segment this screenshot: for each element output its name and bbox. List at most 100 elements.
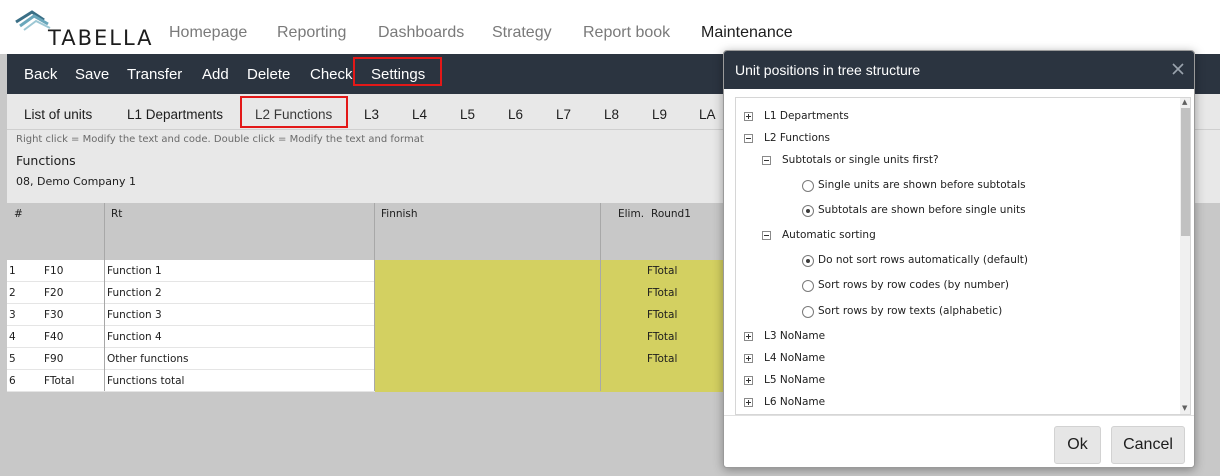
tab-l8[interactable]: L8 bbox=[604, 107, 619, 122]
row-text: Function 3 bbox=[107, 309, 162, 321]
header-round1: Round1 bbox=[651, 208, 691, 220]
table-row[interactable]: 1 F10 Function 1 FTotal bbox=[7, 260, 727, 282]
collapse-l2-icon[interactable] bbox=[744, 134, 753, 143]
row-text: Other functions bbox=[107, 353, 189, 365]
company-label: 08, Demo Company 1 bbox=[16, 175, 136, 188]
row-text: Function 2 bbox=[107, 287, 162, 299]
row-code: F40 bbox=[44, 331, 64, 343]
nav-strategy[interactable]: Strategy bbox=[492, 24, 552, 42]
row-code: FTotal bbox=[44, 375, 75, 387]
expand-l3-icon[interactable] bbox=[744, 332, 753, 341]
tab-la[interactable]: LA bbox=[699, 107, 716, 122]
back-button[interactable]: Back bbox=[24, 66, 57, 83]
column-divider bbox=[104, 203, 105, 391]
tree-node-l6[interactable]: L6 NoName bbox=[764, 396, 825, 408]
expand-l5-icon[interactable] bbox=[744, 376, 753, 385]
scroll-up-icon[interactable]: ▲ bbox=[1182, 98, 1187, 106]
tab-l1-departments[interactable]: L1 Departments bbox=[127, 107, 223, 122]
row-round1: FTotal bbox=[647, 353, 678, 365]
tree-node-l5[interactable]: L5 NoName bbox=[764, 374, 825, 386]
tab-l7[interactable]: L7 bbox=[556, 107, 571, 122]
tree-node-l1[interactable]: L1 Departments bbox=[764, 110, 849, 122]
tree-node-l4[interactable]: L4 NoName bbox=[764, 352, 825, 364]
row-code: F20 bbox=[44, 287, 64, 299]
expand-l1-icon[interactable] bbox=[744, 112, 753, 121]
check-button[interactable]: Check bbox=[310, 66, 353, 83]
scroll-thumb[interactable] bbox=[1181, 108, 1190, 236]
option-subtotals-first[interactable]: Subtotals are shown before single units bbox=[818, 204, 1026, 216]
add-button[interactable]: Add bbox=[202, 66, 229, 83]
row-number: 4 bbox=[9, 331, 16, 343]
scroll-down-icon[interactable]: ▼ bbox=[1182, 404, 1187, 412]
dialog-title: Unit positions in tree structure bbox=[735, 62, 921, 78]
table-row[interactable]: 5 F90 Other functions FTotal bbox=[7, 348, 727, 370]
tab-l6[interactable]: L6 bbox=[508, 107, 523, 122]
row-text: Function 1 bbox=[107, 265, 162, 277]
row-number: 2 bbox=[9, 287, 16, 299]
option-sort-codes[interactable]: Sort rows by row codes (by number) bbox=[818, 279, 1009, 291]
dialog-header: Unit positions in tree structure bbox=[724, 51, 1194, 89]
settings-highlight bbox=[353, 57, 442, 86]
row-round1: FTotal bbox=[647, 331, 678, 343]
tab-list-of-units[interactable]: List of units bbox=[24, 107, 92, 122]
nav-reporting[interactable]: Reporting bbox=[277, 24, 346, 42]
tree-node-l3[interactable]: L3 NoName bbox=[764, 330, 825, 342]
tab-l4[interactable]: L4 bbox=[412, 107, 427, 122]
option-single-units-first[interactable]: Single units are shown before subtotals bbox=[818, 179, 1026, 191]
row-round1: FTotal bbox=[647, 265, 678, 277]
dialog-footer: Ok Cancel bbox=[724, 415, 1194, 467]
row-round1: FTotal bbox=[647, 309, 678, 321]
row-text: Functions total bbox=[107, 375, 185, 387]
cancel-button[interactable]: Cancel bbox=[1111, 426, 1185, 464]
usage-hint: Right click = Modify the text and code. … bbox=[16, 134, 424, 145]
nav-maintenance[interactable]: Maintenance bbox=[701, 24, 793, 42]
brand-name: TABELLA bbox=[48, 26, 154, 50]
expand-l4-icon[interactable] bbox=[744, 354, 753, 363]
l2-functions-highlight bbox=[240, 96, 348, 128]
option-sort-texts[interactable]: Sort rows by row texts (alphabetic) bbox=[818, 305, 1002, 317]
row-code: F30 bbox=[44, 309, 64, 321]
tree-scrollbar[interactable]: ▲ ▼ bbox=[1180, 98, 1190, 414]
column-divider bbox=[600, 203, 601, 391]
sorting-group-label: Automatic sorting bbox=[782, 229, 876, 241]
transfer-button[interactable]: Transfer bbox=[127, 66, 182, 83]
table-row[interactable]: 4 F40 Function 4 FTotal bbox=[7, 326, 727, 348]
radio-sort-texts[interactable] bbox=[802, 306, 814, 318]
row-round1: FTotal bbox=[647, 287, 678, 299]
tab-l3[interactable]: L3 bbox=[364, 107, 379, 122]
tab-l5[interactable]: L5 bbox=[460, 107, 475, 122]
option-no-sort[interactable]: Do not sort rows automatically (default) bbox=[818, 254, 1028, 266]
subtotals-group-label: Subtotals or single units first? bbox=[782, 154, 939, 166]
brand-logo[interactable]: TABELLA bbox=[14, 6, 154, 50]
top-navigation: TABELLA Homepage Reporting Dashboards St… bbox=[0, 0, 1220, 54]
nav-dashboards[interactable]: Dashboards bbox=[378, 24, 464, 42]
finnish-cell[interactable] bbox=[375, 370, 727, 392]
radio-sort-codes[interactable] bbox=[802, 280, 814, 292]
header-elim: Elim. bbox=[618, 208, 645, 220]
nav-homepage[interactable]: Homepage bbox=[169, 24, 247, 42]
delete-button[interactable]: Delete bbox=[247, 66, 290, 83]
collapse-sorting-icon[interactable] bbox=[762, 231, 771, 240]
save-button[interactable]: Save bbox=[75, 66, 109, 83]
nav-report-book[interactable]: Report book bbox=[583, 24, 670, 42]
row-number: 6 bbox=[9, 375, 16, 387]
tab-l9[interactable]: L9 bbox=[652, 107, 667, 122]
close-icon[interactable] bbox=[1170, 61, 1186, 77]
row-number: 1 bbox=[9, 265, 16, 277]
header-number: # bbox=[14, 208, 23, 220]
radio-no-sort[interactable] bbox=[802, 255, 814, 267]
radio-subtotals-first[interactable] bbox=[802, 205, 814, 217]
ok-button[interactable]: Ok bbox=[1054, 426, 1101, 464]
row-code: F10 bbox=[44, 265, 64, 277]
expand-l6-icon[interactable] bbox=[744, 398, 753, 407]
row-number: 3 bbox=[9, 309, 16, 321]
tree-node-l2[interactable]: L2 Functions bbox=[764, 132, 830, 144]
table-row[interactable]: 3 F30 Function 3 FTotal bbox=[7, 304, 727, 326]
page-title: Functions bbox=[16, 153, 76, 168]
header-finnish: Finnish bbox=[381, 208, 418, 220]
table-row[interactable]: 2 F20 Function 2 FTotal bbox=[7, 282, 727, 304]
collapse-subtotals-icon[interactable] bbox=[762, 156, 771, 165]
table-row[interactable]: 6 FTotal Functions total bbox=[7, 370, 727, 392]
header-rt: Rt bbox=[111, 208, 123, 220]
radio-single-units-first[interactable] bbox=[802, 180, 814, 192]
